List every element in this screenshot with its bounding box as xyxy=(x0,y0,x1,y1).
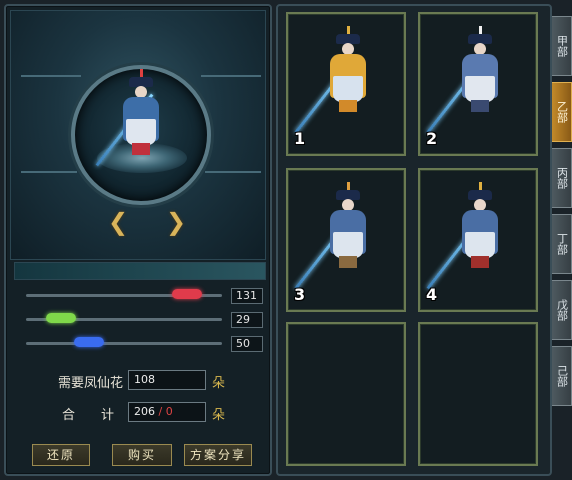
reset-button[interactable]: 还原 xyxy=(32,444,90,466)
character-figure xyxy=(294,26,378,134)
tab-ding[interactable]: 丁部 xyxy=(552,214,572,274)
slider-red[interactable] xyxy=(26,289,226,299)
share-scheme-button[interactable]: 方案分享 xyxy=(184,444,252,466)
tab-yi[interactable]: 乙部 xyxy=(552,82,572,142)
tab-bing[interactable]: 丙部 xyxy=(552,148,572,208)
scheme-slot-empty[interactable] xyxy=(286,322,406,466)
decor-line xyxy=(21,75,81,77)
tab-jia[interactable]: 甲部 xyxy=(552,16,572,76)
slider-knob[interactable] xyxy=(74,337,104,347)
slider-green[interactable] xyxy=(26,313,226,323)
slider-value[interactable]: 50 xyxy=(231,336,263,352)
total-label: 合 计 xyxy=(62,408,115,423)
slot-number: 3 xyxy=(294,285,306,304)
character-preview: ❮ ❯ xyxy=(10,10,266,260)
total-slash: / xyxy=(158,405,163,418)
character-figure xyxy=(294,182,378,290)
slider-knob[interactable] xyxy=(46,313,76,323)
scheme-slot-empty[interactable] xyxy=(418,322,538,466)
slider-knob[interactable] xyxy=(172,289,202,299)
scheme-slot[interactable]: 1 xyxy=(286,12,406,156)
tab-ji[interactable]: 己部 xyxy=(552,346,572,406)
scheme-slot[interactable]: 2 xyxy=(418,12,538,156)
character-figure xyxy=(426,182,510,290)
need-label: 需要凤仙花 xyxy=(58,376,124,391)
decor-line xyxy=(21,171,77,173)
decor-line xyxy=(205,171,261,173)
preview-ring xyxy=(71,65,211,205)
total-limit: 0 xyxy=(165,405,173,418)
total-value: 206 xyxy=(134,405,155,418)
decor-line xyxy=(201,75,261,77)
rotate-right-arrow-icon[interactable]: ❯ xyxy=(161,210,191,234)
slider-value[interactable]: 131 xyxy=(231,288,263,304)
slot-number: 4 xyxy=(426,285,438,304)
total-unit: 朵 xyxy=(212,408,226,423)
character-figure xyxy=(426,26,510,134)
character-figure xyxy=(95,69,171,167)
scheme-slot[interactable]: 4 xyxy=(418,168,538,312)
buy-button[interactable]: 购买 xyxy=(112,444,172,466)
slot-number: 1 xyxy=(294,129,306,148)
color-strip xyxy=(14,262,266,280)
slider-value[interactable]: 29 xyxy=(231,312,263,328)
tab-wu[interactable]: 戊部 xyxy=(552,280,572,340)
rotate-left-arrow-icon[interactable]: ❮ xyxy=(103,210,133,234)
need-amount-field[interactable]: 108 xyxy=(128,370,206,390)
slider-blue[interactable] xyxy=(26,337,226,347)
slot-number: 2 xyxy=(426,129,438,148)
dye-panel: ❮ ❯ 131 29 50 需要凤仙花 108 朵 合 计 206 / 0 朵 … xyxy=(4,4,272,476)
scheme-slot[interactable]: 3 xyxy=(286,168,406,312)
need-unit: 朵 xyxy=(212,376,226,391)
total-field: 206 / 0 xyxy=(128,402,206,422)
